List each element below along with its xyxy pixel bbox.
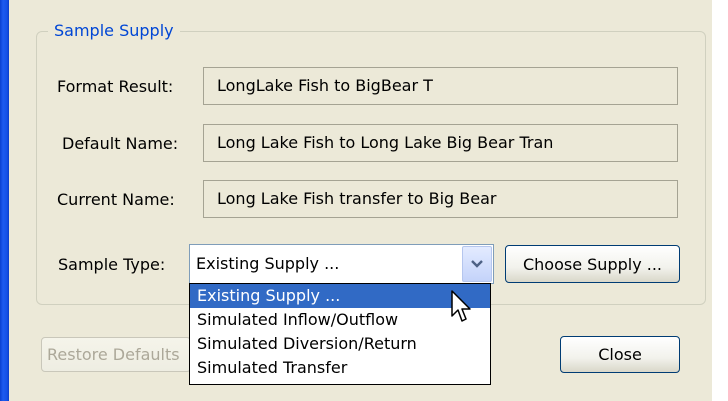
dropdown-toggle-button[interactable] xyxy=(462,246,492,282)
dropdown-option-simulated-diversion-return[interactable]: Simulated Diversion/Return xyxy=(190,332,490,356)
sample-type-label: Sample Type: xyxy=(58,255,166,274)
current-name-label: Current Name: xyxy=(57,190,175,209)
dropdown-option-simulated-transfer[interactable]: Simulated Transfer xyxy=(190,356,490,380)
choose-supply-button[interactable]: Choose Supply ... xyxy=(505,245,680,283)
groupbox-title: Sample Supply xyxy=(48,20,180,42)
mouse-pointer-icon xyxy=(451,290,471,322)
sample-type-select[interactable]: Existing Supply ... xyxy=(189,244,494,284)
current-name-field: Long Lake Fish transfer to Big Bear xyxy=(203,180,678,218)
sample-type-selected-value: Existing Supply ... xyxy=(196,254,340,273)
format-result-field: LongLake Fish to BigBear T xyxy=(203,67,678,105)
dialog-window: Sample Supply Format Result: LongLake Fi… xyxy=(0,0,712,401)
window-frame-left xyxy=(0,0,9,401)
dropdown-option-simulated-inflow-outflow[interactable]: Simulated Inflow/Outflow xyxy=(190,308,490,332)
format-result-label: Format Result: xyxy=(57,77,174,96)
dropdown-option-existing-supply[interactable]: Existing Supply ... xyxy=(190,284,490,308)
close-button[interactable]: Close xyxy=(560,336,680,373)
background-strip xyxy=(712,0,728,401)
default-name-label: Default Name: xyxy=(62,134,179,153)
default-name-field: Long Lake Fish to Long Lake Big Bear Tra… xyxy=(203,124,678,162)
chevron-down-icon xyxy=(471,260,483,268)
restore-defaults-button[interactable]: Restore Defaults xyxy=(41,337,191,372)
sample-type-dropdown-list: Existing Supply ... Simulated Inflow/Out… xyxy=(189,283,491,385)
